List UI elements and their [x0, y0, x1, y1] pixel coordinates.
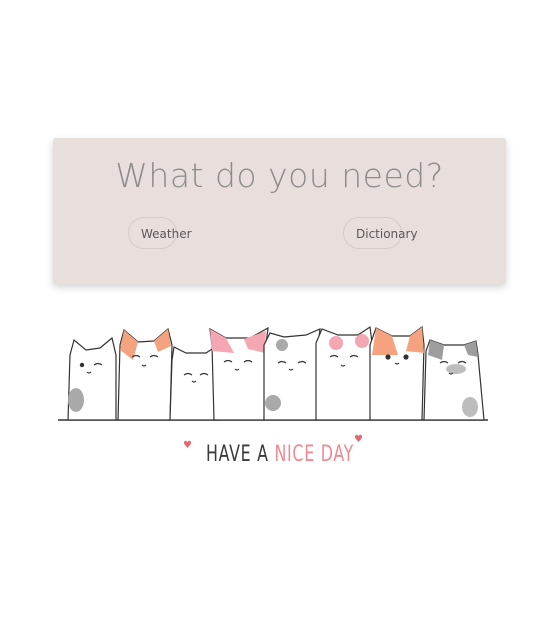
cat-1	[67, 336, 117, 421]
slogan-part2: NICE DAY	[274, 442, 355, 467]
dictionary-button[interactable]: Dictionary	[343, 217, 418, 249]
search-card: What do you need? Weather Dictionary	[53, 138, 506, 284]
slogan: HAVE A NICE DAY	[78, 442, 481, 467]
weather-button[interactable]: Weather	[128, 217, 192, 249]
cat-7	[369, 325, 425, 421]
card-title: What do you need?	[115, 156, 444, 195]
cat-4	[209, 326, 269, 421]
cat-2	[117, 327, 173, 421]
slogan-part1: HAVE A	[205, 442, 275, 467]
cat-8	[423, 339, 485, 421]
cat-5	[263, 328, 321, 421]
